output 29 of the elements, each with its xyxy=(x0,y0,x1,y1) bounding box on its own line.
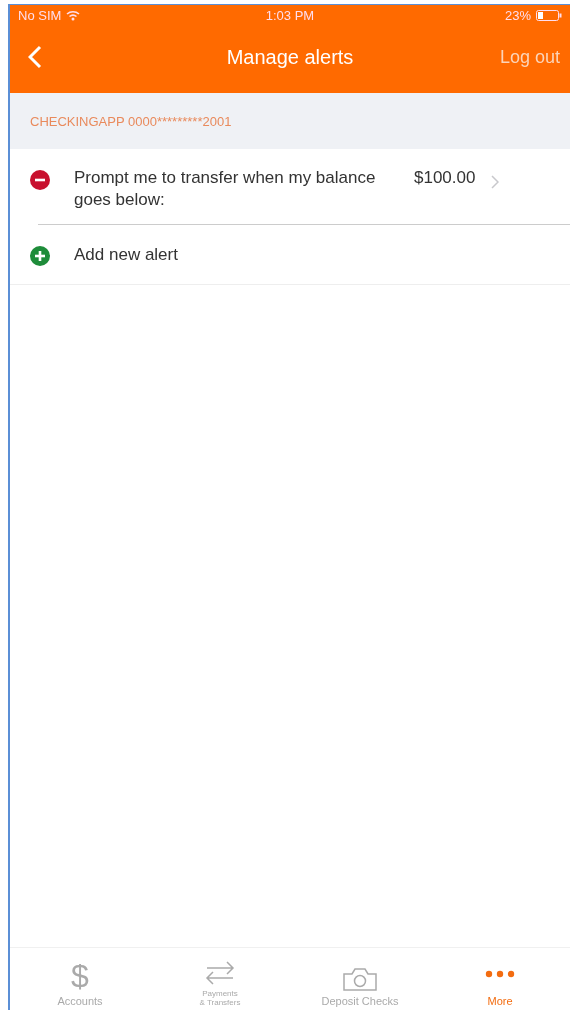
tab-item[interactable]: Deposit Checks xyxy=(290,948,430,1010)
alert-text: Prompt me to transfer when my balance goes below: xyxy=(74,167,377,211)
alert-row[interactable]: Prompt me to transfer when my balance goes below: $100.00 xyxy=(10,149,570,225)
swap-arrows-icon xyxy=(203,960,237,986)
alert-row[interactable]: Add new alert xyxy=(10,225,570,284)
screen-title: Manage alerts xyxy=(226,45,354,69)
tab-item[interactable]: Payments & Transfers xyxy=(150,948,290,1010)
battery-percent: 23% xyxy=(504,7,531,23)
more-icon xyxy=(485,970,515,978)
remove-icon[interactable] xyxy=(30,170,50,190)
battery-icon xyxy=(536,9,562,21)
status-time: 1:03 PM xyxy=(265,7,315,23)
account-header: CHECKINGAPP 0000*********2001 xyxy=(30,113,232,129)
alert-amount: $100.00 xyxy=(414,167,476,189)
carrier-label: No SIM xyxy=(18,7,62,23)
tab-item[interactable]: $ Accounts xyxy=(10,948,150,1010)
alert-text: Add new alert xyxy=(74,243,179,266)
tab-item[interactable]: More xyxy=(430,948,570,1010)
camera-icon xyxy=(342,966,378,992)
log-out-link[interactable]: Log out xyxy=(499,46,560,68)
tab-label: Deposit Checks xyxy=(321,995,399,1007)
tab-label: Accounts xyxy=(57,995,103,1007)
add-icon[interactable] xyxy=(30,246,50,266)
tab-label: Payments & Transfers xyxy=(199,989,241,1007)
dollar-icon: $ xyxy=(71,960,89,992)
chevron-icon xyxy=(491,175,500,189)
tab-label: More xyxy=(487,995,513,1007)
wifi-icon xyxy=(66,9,81,21)
back-button[interactable] xyxy=(28,45,42,69)
